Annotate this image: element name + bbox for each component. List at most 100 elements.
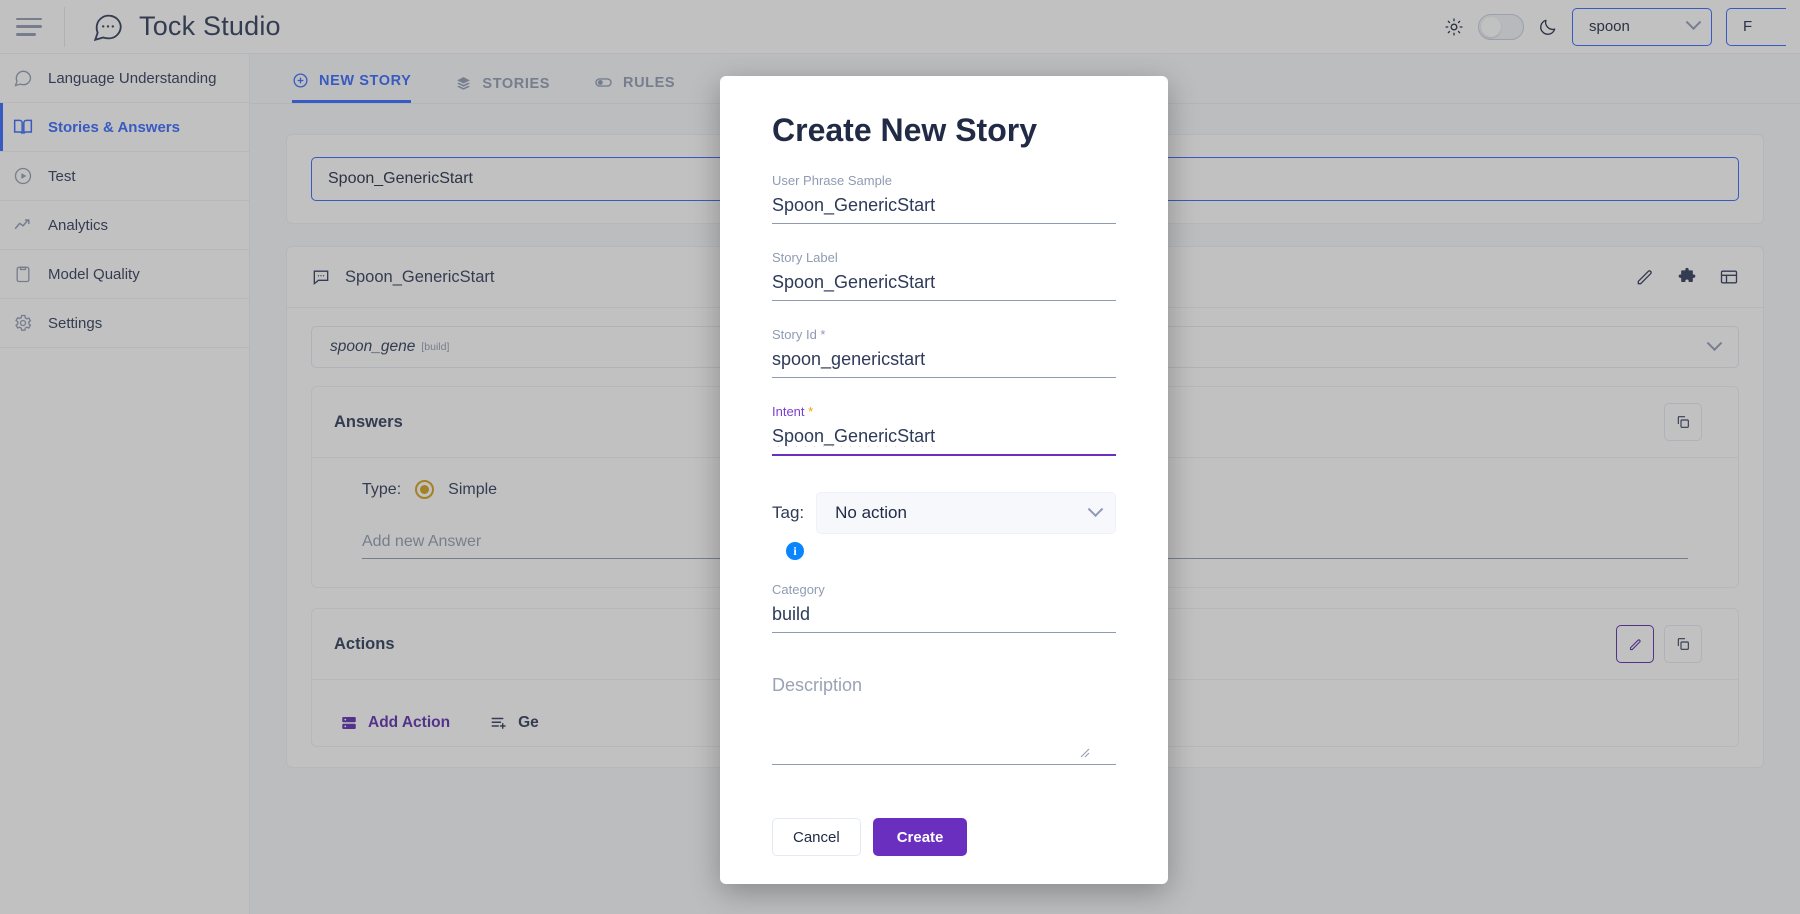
intent-input[interactable]	[772, 424, 1116, 456]
trending-up-icon	[12, 214, 34, 236]
toggle-knob	[1481, 16, 1501, 37]
create-new-story-dialog: Create New Story User Phrase Sample Stor…	[720, 76, 1168, 884]
sidebar-item-label: Model Quality	[48, 265, 140, 283]
sidebar-item-label: Language Understanding	[48, 69, 217, 87]
sidebar-item-model-quality[interactable]: Model Quality	[0, 250, 249, 299]
message-square-icon	[311, 267, 331, 287]
hamburger-menu-icon[interactable]	[16, 17, 42, 36]
field-category: Category	[772, 582, 1116, 633]
layers-icon	[455, 75, 472, 92]
tab-label: STORIES	[482, 75, 551, 92]
top-bar: Tock Studio spoon F	[0, 0, 1800, 54]
sidebar-item-language-understanding[interactable]: Language Understanding	[0, 54, 249, 103]
tab-rules[interactable]: RULES	[594, 73, 675, 103]
theme-toggle[interactable]	[1478, 13, 1524, 40]
info-icon[interactable]: i	[786, 542, 804, 560]
chevron-down-icon	[1087, 500, 1104, 517]
generate-label: Ge	[518, 714, 539, 731]
sidebar-item-test[interactable]: Test	[0, 152, 249, 201]
app-root: Tock Studio spoon F Language Understandi…	[0, 0, 1800, 914]
tab-new-story[interactable]: NEW STORY	[292, 72, 412, 103]
book-icon	[12, 116, 34, 138]
intent-label: Intent *	[772, 404, 814, 419]
sidebar: Language Understanding Stories & Answers	[0, 54, 250, 914]
toggle-icon	[594, 73, 613, 92]
puzzle-icon[interactable]	[1677, 267, 1697, 287]
generate-button[interactable]: Ge	[490, 714, 539, 732]
chevron-down-icon	[1706, 334, 1723, 351]
field-story-id: Story Id *	[772, 327, 1116, 378]
story-id-input[interactable]	[772, 347, 1116, 378]
pencil-icon[interactable]	[1635, 267, 1655, 287]
story-card-title: Spoon_GenericStart	[345, 267, 495, 286]
actions-panel-title: Actions	[334, 634, 395, 653]
add-action-button[interactable]: Add Action	[340, 714, 450, 732]
moon-icon[interactable]	[1538, 17, 1558, 37]
dialog-footer: Cancel Create	[746, 796, 1142, 884]
actions-panel-tools	[1616, 625, 1716, 663]
secondary-select-value: F	[1743, 18, 1753, 35]
topbar-right: spoon F	[1444, 7, 1800, 46]
tab-stories[interactable]: STORIES	[455, 75, 550, 103]
create-story-form: User Phrase Sample Story Label Story Id …	[746, 173, 1142, 770]
tag-select-value: No action	[835, 503, 907, 522]
play-circle-icon	[12, 165, 34, 187]
gear-icon	[12, 312, 34, 334]
dialog-title: Create New Story	[772, 112, 1037, 148]
pencil-icon[interactable]	[1616, 625, 1654, 663]
sidebar-item-stories-answers[interactable]: Stories & Answers	[0, 103, 249, 152]
answers-panel-tools	[1664, 403, 1716, 441]
story-id-label: Story Id *	[772, 327, 826, 342]
brand[interactable]: Tock Studio	[91, 10, 281, 44]
category-label: Category	[772, 582, 825, 597]
tab-label: RULES	[623, 74, 676, 91]
user-phrase-sample-input[interactable]	[772, 193, 1116, 224]
server-icon	[340, 714, 358, 732]
field-description	[772, 673, 1116, 770]
sun-icon[interactable]	[1444, 17, 1464, 37]
field-intent: Intent *	[772, 404, 1116, 456]
chevron-down-icon	[1685, 14, 1702, 31]
clipboard-icon	[12, 263, 34, 285]
copy-icon[interactable]	[1664, 403, 1702, 441]
intent-chip-text: spoon_gene	[330, 338, 416, 355]
sidebar-item-label: Stories & Answers	[48, 118, 180, 136]
field-tag: Tag: No action	[772, 492, 1116, 534]
answer-type-label: Type:	[362, 480, 402, 498]
list-plus-icon	[490, 714, 508, 732]
answers-panel-title: Answers	[334, 412, 403, 431]
secondary-select[interactable]: F	[1726, 7, 1786, 46]
description-textarea[interactable]	[772, 673, 1116, 765]
board-icon[interactable]	[1719, 267, 1739, 287]
namespace-select[interactable]: spoon	[1572, 7, 1712, 46]
sidebar-item-settings[interactable]: Settings	[0, 299, 249, 348]
user-phrase-sample-label: User Phrase Sample	[772, 173, 892, 188]
plus-circle-icon	[292, 72, 309, 89]
resize-grip-icon[interactable]	[1080, 748, 1090, 758]
add-action-label: Add Action	[368, 714, 451, 731]
sidebar-item-label: Test	[48, 167, 76, 185]
namespace-select-value: spoon	[1589, 18, 1630, 35]
sidebar-item-label: Analytics	[48, 216, 109, 234]
field-user-phrase-sample: User Phrase Sample	[772, 173, 1116, 224]
field-story-label: Story Label	[772, 250, 1116, 301]
create-button[interactable]: Create	[872, 818, 968, 856]
tag-select[interactable]: No action	[816, 492, 1116, 534]
tag-label: Tag:	[772, 503, 805, 522]
tab-label: NEW STORY	[319, 72, 412, 89]
copy-icon[interactable]	[1664, 625, 1702, 663]
story-label-input[interactable]	[772, 270, 1116, 301]
story-card-tools	[1635, 267, 1739, 287]
answer-type-value: Simple	[448, 480, 498, 498]
chat-bubble-icon	[12, 67, 34, 89]
sidebar-item-analytics[interactable]: Analytics	[0, 201, 249, 250]
sidebar-item-label: Settings	[48, 314, 103, 332]
radio-simple[interactable]	[415, 480, 435, 499]
category-input[interactable]	[772, 602, 1116, 633]
cancel-button[interactable]: Cancel	[772, 818, 861, 856]
story-label-label: Story Label	[772, 250, 838, 265]
divider	[64, 6, 65, 47]
required-marker: *	[808, 404, 814, 419]
chat-bubble-icon	[91, 10, 125, 44]
intent-chip-namespace: [build]	[421, 341, 450, 353]
